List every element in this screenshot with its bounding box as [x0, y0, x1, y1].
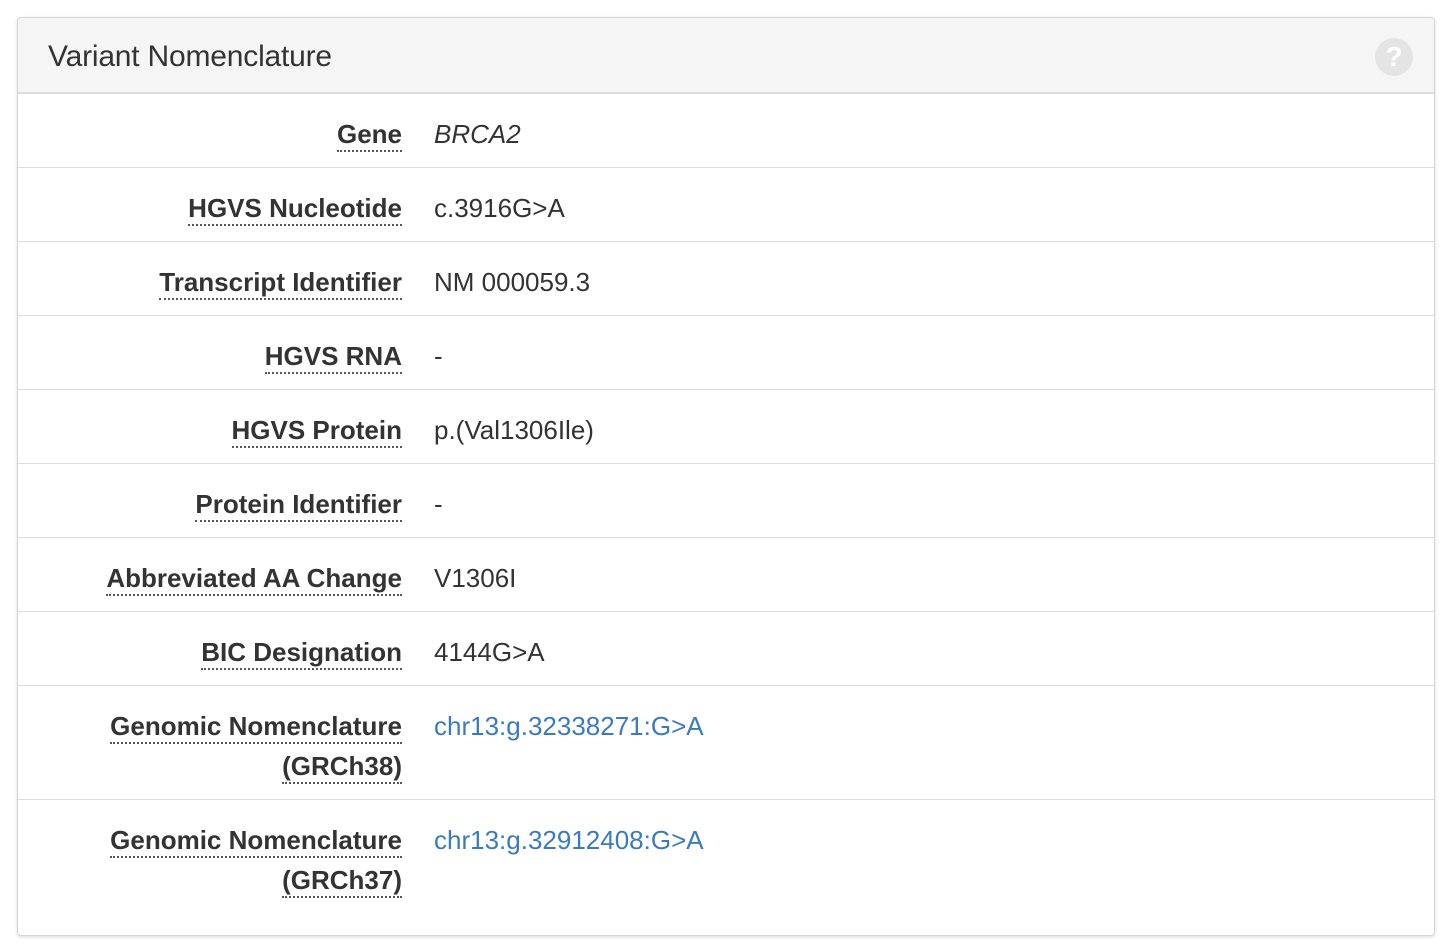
value-abbreviated-aa-change: V1306I [434, 563, 517, 593]
label-genomic-nomenclature-grch38-line1[interactable]: Genomic Nomenclature [110, 711, 402, 744]
link-genomic-grch38[interactable]: chr13:g.32338271:G>A [434, 711, 704, 741]
label-hgvs-rna[interactable]: HGVS RNA [264, 341, 402, 374]
variant-nomenclature-panel: Variant Nomenclature ? Gene BRCA2 HGVS N… [17, 17, 1435, 936]
row-gene: Gene BRCA2 [18, 94, 1434, 168]
label-gene[interactable]: Gene [336, 119, 402, 152]
row-hgvs-rna: HGVS RNA - [18, 316, 1434, 390]
label-genomic-nomenclature-grch38-line2[interactable]: (GRCh38) [282, 751, 402, 784]
row-genomic-nomenclature-grch38: Genomic Nomenclature (GRCh38) chr13:g.32… [18, 686, 1434, 800]
row-hgvs-protein: HGVS Protein p.(Val1306Ile) [18, 390, 1434, 464]
row-transcript-identifier: Transcript Identifier NM 000059.3 [18, 242, 1434, 316]
value-protein-identifier: - [434, 489, 443, 519]
label-bic-designation[interactable]: BIC Designation [201, 637, 402, 670]
value-hgvs-rna: - [434, 341, 443, 371]
row-protein-identifier: Protein Identifier - [18, 464, 1434, 538]
label-genomic-nomenclature-grch37-line2[interactable]: (GRCh37) [282, 865, 402, 898]
link-genomic-grch37[interactable]: chr13:g.32912408:G>A [434, 825, 704, 855]
value-hgvs-protein: p.(Val1306Ile) [434, 415, 594, 445]
row-hgvs-nucleotide: HGVS Nucleotide c.3916G>A [18, 168, 1434, 242]
panel-title: Variant Nomenclature [48, 40, 332, 73]
value-transcript-identifier: NM 000059.3 [434, 267, 591, 297]
label-transcript-identifier[interactable]: Transcript Identifier [159, 267, 402, 300]
value-hgvs-nucleotide: c.3916G>A [434, 193, 565, 223]
value-gene: BRCA2 [434, 119, 521, 149]
question-circle-icon[interactable]: ? [1375, 38, 1413, 76]
label-protein-identifier[interactable]: Protein Identifier [195, 489, 402, 522]
label-genomic-nomenclature-grch37-line1[interactable]: Genomic Nomenclature [110, 825, 402, 858]
label-hgvs-protein[interactable]: HGVS Protein [231, 415, 402, 448]
label-abbreviated-aa-change[interactable]: Abbreviated AA Change [106, 563, 402, 596]
value-bic-designation: 4144G>A [434, 637, 545, 667]
label-hgvs-nucleotide[interactable]: HGVS Nucleotide [188, 193, 402, 226]
panel-heading: Variant Nomenclature ? [18, 18, 1434, 94]
row-genomic-nomenclature-grch37: Genomic Nomenclature (GRCh37) chr13:g.32… [18, 800, 1434, 914]
nomenclature-table: Gene BRCA2 HGVS Nucleotide c.3916G>A Tra… [18, 94, 1434, 914]
row-abbreviated-aa-change: Abbreviated AA Change V1306I [18, 538, 1434, 612]
row-bic-designation: BIC Designation 4144G>A [18, 612, 1434, 686]
